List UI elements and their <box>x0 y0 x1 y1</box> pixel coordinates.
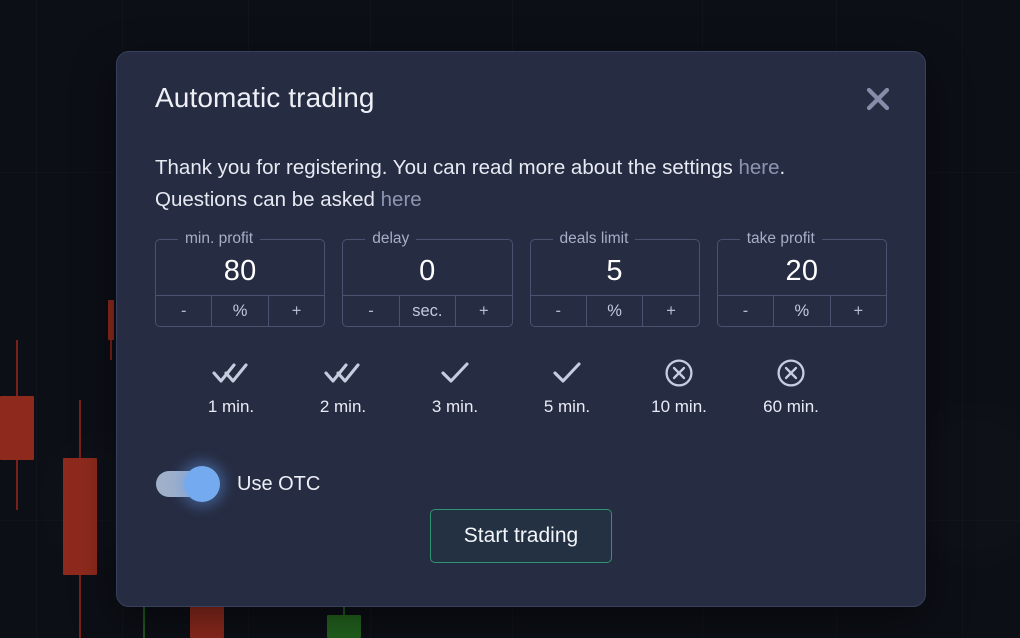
timeframe-10-min-[interactable]: 10 min. <box>623 357 735 417</box>
candle <box>108 300 114 360</box>
increment-button[interactable]: + <box>267 296 324 326</box>
intro-line-1: Thank you for registering. You can read … <box>155 152 889 184</box>
intro-line-1-text: Thank you for registering. You can read … <box>155 156 739 179</box>
intro-text: Thank you for registering. You can read … <box>155 152 889 216</box>
field-unit: sec. <box>398 296 455 326</box>
timeframe-label: 2 min. <box>319 397 367 416</box>
use-otc-toggle[interactable] <box>156 466 220 502</box>
field-unit: % <box>585 296 642 326</box>
timeframe-5-min-[interactable]: 5 min. <box>511 357 623 417</box>
double-check-icon <box>324 357 362 389</box>
field-legend: min. profit <box>185 230 254 247</box>
settings-fields: min. profit 80-% + delay 0- sec. + deals limit 5… <box>155 230 887 327</box>
intro-line-2: Questions can be asked here <box>155 184 889 216</box>
start-trading-button[interactable]: Start trading <box>430 509 612 563</box>
decrement-button[interactable]: - <box>531 296 586 326</box>
field-value[interactable]: 80 <box>156 248 324 295</box>
check-icon <box>552 357 582 389</box>
timeframe-1-min-[interactable]: 1 min. <box>175 357 287 417</box>
timeframe-label: 5 min. <box>543 397 591 416</box>
field-legend: delay <box>372 230 410 247</box>
settings-help-link[interactable]: here <box>738 156 779 179</box>
timeframe-2-min-[interactable]: 2 min. <box>287 357 399 417</box>
intro-line-1-suffix: . <box>779 156 786 179</box>
field-legend: take profit <box>746 230 815 247</box>
page-title: Automatic trading <box>155 82 375 113</box>
decrement-button[interactable]: - <box>343 296 398 326</box>
double-check-icon <box>212 357 250 389</box>
timeframe-60-min-[interactable]: 60 min. <box>735 357 847 417</box>
candle <box>0 340 34 510</box>
field-take-profit: take profit 20-% + <box>716 230 887 327</box>
questions-help-link[interactable]: here <box>381 188 422 211</box>
close-icon[interactable] <box>857 78 899 120</box>
increment-button[interactable]: + <box>455 296 511 326</box>
candle <box>63 400 97 638</box>
field-delay: delay 0- sec. + <box>342 230 513 327</box>
check-icon <box>440 357 470 389</box>
circle-x-icon <box>776 357 806 389</box>
field-value[interactable]: 20 <box>718 248 886 295</box>
field-stepper: -% + <box>530 295 699 326</box>
decrement-button[interactable]: - <box>718 296 773 326</box>
field-unit: % <box>773 296 829 326</box>
otc-row: Use OTC <box>156 466 321 502</box>
field-legend: deals limit <box>559 230 629 247</box>
field-deals-limit: deals limit 5-% + <box>529 230 700 327</box>
decrement-button[interactable]: - <box>156 296 211 326</box>
timeframe-3-min-[interactable]: 3 min. <box>399 357 511 417</box>
timeframe-label: 10 min. <box>651 397 707 416</box>
use-otc-label: Use OTC <box>237 472 321 495</box>
field-stepper: - sec. + <box>343 295 512 326</box>
field-stepper: -% + <box>156 295 325 326</box>
candle-body <box>108 300 114 340</box>
field-value[interactable]: 5 <box>531 248 699 295</box>
toggle-knob <box>184 466 220 502</box>
field-unit: % <box>211 296 267 326</box>
candle-body <box>63 458 97 575</box>
timeframe-label: 60 min. <box>763 397 819 416</box>
timeframe-list: 1 min. 2 min. 3 min. 5 min. 10 min. 60 min. <box>175 357 847 417</box>
candle-body <box>327 615 361 638</box>
candle-body <box>0 396 34 460</box>
field-value[interactable]: 0 <box>343 248 511 295</box>
timeframe-label: 1 min. <box>207 397 255 416</box>
intro-line-2-text: Questions can be asked <box>155 188 381 211</box>
field-stepper: -% + <box>717 295 886 326</box>
increment-button[interactable]: + <box>829 296 886 326</box>
increment-button[interactable]: + <box>642 296 698 326</box>
automatic-trading-dialog: Automatic trading Thank you for register… <box>116 51 926 607</box>
timeframe-label: 3 min. <box>431 397 479 416</box>
chart-gridline <box>36 0 37 638</box>
circle-x-icon <box>664 357 694 389</box>
field-min-profit: min. profit 80-% + <box>155 230 326 327</box>
